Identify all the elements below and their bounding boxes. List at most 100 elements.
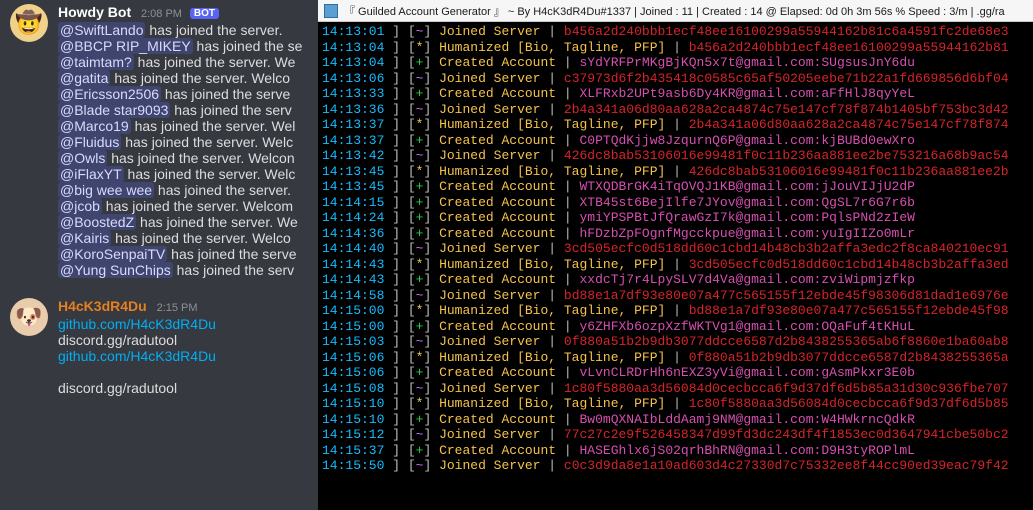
- log-time: 14:13:36: [322, 102, 384, 117]
- join-line: @big wee wee has joined the server.: [58, 182, 308, 198]
- join-line: @gatita has joined the server. Welco: [58, 70, 308, 86]
- user-mention[interactable]: @Yung SunChips: [58, 262, 173, 278]
- log-label: Joined Server: [439, 334, 540, 349]
- console-line: 14:15:10 ] [*] Humanized [Bio, Tagline, …: [322, 396, 1029, 412]
- user-mention[interactable]: @Ericsson2506: [58, 86, 161, 102]
- join-line: @Owls has joined the server. Welcon: [58, 150, 308, 166]
- console-line: 14:13:45 ] [+] Created Account | WTXQDBr…: [322, 179, 1029, 195]
- message-line: github.com/H4cK3dR4Du: [58, 316, 308, 332]
- message-link[interactable]: github.com/H4cK3dR4Du: [58, 316, 216, 332]
- join-line: @BBCP RIP_MIKEY has joined the se: [58, 38, 308, 54]
- console-line: 14:13:04 ] [+] Created Account | sYdYRFP…: [322, 55, 1029, 71]
- log-time: 14:15:37: [322, 443, 384, 458]
- user-mention[interactable]: @KoroSenpaiTV: [58, 246, 167, 262]
- log-label: Joined Server: [439, 288, 540, 303]
- log-value: XLFRxb2UPt9asb6Dy4KR@gmail.com:aFfHlJ8qy…: [580, 86, 915, 101]
- log-time: 14:13:42: [322, 148, 384, 163]
- bot-timestamp: 2:08 PM: [141, 8, 182, 20]
- log-label: Created Account: [439, 319, 556, 334]
- user-mention[interactable]: @Kairis: [58, 230, 111, 246]
- join-line: @Blade star9093 has joined the serv: [58, 102, 308, 118]
- log-time: 14:15:10: [322, 412, 384, 427]
- log-value: Bw0mQXNAIbLddAamj9NM@gmail.com:W4HWkrncQ…: [580, 412, 915, 427]
- user-mention[interactable]: @jcob: [58, 198, 102, 214]
- user-mention[interactable]: @BBCP RIP_MIKEY: [58, 38, 193, 54]
- log-value: bd88e1a7df93e80e07a477c565155f12ebde45f9…: [689, 303, 1009, 318]
- discord-panel[interactable]: 🤠 Howdy Bot 2:08 PM BOT @SwiftLando has …: [0, 0, 318, 510]
- user-mention[interactable]: @Fluidus: [58, 134, 121, 150]
- log-label: Created Account: [439, 55, 556, 70]
- join-line: @Marco19 has joined the server. Wel: [58, 118, 308, 134]
- user-mention[interactable]: @taimtam?: [58, 54, 134, 70]
- log-value: XTB45st6BejIlfe7JYov@gmail.com:QgSL7r6G7…: [580, 195, 915, 210]
- log-time: 14:15:06: [322, 365, 384, 380]
- log-value: vLvnCLRDrHh6nEXZ3yVi@gmail.com:gAsmPkxr3…: [580, 365, 915, 380]
- console-body[interactable]: 14:13:01 ] [~] Joined Server | b456a2d24…: [318, 22, 1033, 510]
- console-title: 『 Guilded Account Generator 』 ~ By H4cK3…: [344, 3, 1005, 19]
- join-line: @jcob has joined the server. Welcom: [58, 198, 308, 214]
- log-label: Humanized [Bio, Tagline, PFP]: [439, 350, 665, 365]
- log-label: Joined Server: [439, 148, 540, 163]
- log-value: C0PTQdKjjw8JzqurnQ6P@gmail.com:kjBUBd0ew…: [580, 133, 915, 148]
- log-time: 14:13:06: [322, 71, 384, 86]
- console-line: 14:14:58 ] [~] Joined Server | bd88e1a7d…: [322, 288, 1029, 304]
- console-line: 14:14:24 ] [+] Created Account | ymiYPSP…: [322, 210, 1029, 226]
- log-label: Created Account: [439, 443, 556, 458]
- console-line: 14:13:45 ] [*] Humanized [Bio, Tagline, …: [322, 164, 1029, 180]
- join-line: @Fluidus has joined the server. Welc: [58, 134, 308, 150]
- user-mention[interactable]: @Marco19: [58, 118, 131, 134]
- log-value: hFDzbZpFOgnfMgcckpue@gmail.com:yuIgIIZo0…: [580, 226, 915, 241]
- log-label: Joined Server: [439, 458, 540, 473]
- log-label: Joined Server: [439, 241, 540, 256]
- log-time: 14:15:03: [322, 334, 384, 349]
- log-label: Joined Server: [439, 427, 540, 442]
- console-line: 14:13:33 ] [+] Created Account | XLFRxb2…: [322, 86, 1029, 102]
- user-header: H4cK3dR4Du 2:15 PM: [58, 298, 308, 314]
- console-line: 14:15:37 ] [+] Created Account | HASEGhl…: [322, 443, 1029, 459]
- log-label: Joined Server: [439, 102, 540, 117]
- user-mention[interactable]: @BoostedZ: [58, 214, 136, 230]
- message-line: github.com/H4cK3dR4Du: [58, 348, 308, 364]
- console-line: 14:15:06 ] [*] Humanized [Bio, Tagline, …: [322, 350, 1029, 366]
- log-label: Created Account: [439, 226, 556, 241]
- log-time: 14:15:00: [322, 303, 384, 318]
- user-mention[interactable]: @big wee wee: [58, 182, 154, 198]
- message-link[interactable]: github.com/H4cK3dR4Du: [58, 348, 216, 364]
- log-label: Created Account: [439, 365, 556, 380]
- console-window[interactable]: 『 Guilded Account Generator 』 ~ By H4cK3…: [318, 0, 1033, 510]
- user-mention[interactable]: @Blade star9093: [58, 102, 170, 118]
- message-line: [58, 364, 308, 380]
- console-line: 14:15:50 ] [~] Joined Server | c0c3d9da8…: [322, 458, 1029, 474]
- console-line: 14:15:00 ] [+] Created Account | y6ZHFXb…: [322, 319, 1029, 335]
- log-value: 0f880a51b2b9db3077ddcce6587d2b8438255365…: [689, 350, 1009, 365]
- user-mention[interactable]: @iFlaxYT: [58, 166, 124, 182]
- log-value: 0f880a51b2b9db3077ddcce6587d2b8438255365…: [564, 334, 1009, 349]
- log-time: 14:14:43: [322, 257, 384, 272]
- console-line: 14:15:08 ] [~] Joined Server | 1c80f5880…: [322, 381, 1029, 397]
- log-value: WTXQDBrGK4iTqOVQJ1KB@gmail.com:jJouVIJjU…: [580, 179, 915, 194]
- log-label: Created Account: [439, 210, 556, 225]
- log-label: Humanized [Bio, Tagline, PFP]: [439, 117, 665, 132]
- log-time: 14:15:10: [322, 396, 384, 411]
- log-time: 14:13:45: [322, 164, 384, 179]
- log-value: sYdYRFPrMKgBjKQn5x7t@gmail.com:SUgsusJnY…: [580, 55, 915, 70]
- log-value: b456a2d240bbb1ecf48ee16100299a55944162b8…: [564, 24, 1009, 39]
- log-time: 14:14:43: [322, 272, 384, 287]
- user-avatar: 🐶: [10, 298, 48, 336]
- user-username[interactable]: H4cK3dR4Du: [58, 298, 147, 314]
- user-mention[interactable]: @SwiftLando: [58, 22, 145, 38]
- log-time: 14:13:45: [322, 179, 384, 194]
- console-titlebar[interactable]: 『 Guilded Account Generator 』 ~ By H4cK3…: [318, 0, 1033, 22]
- bot-username[interactable]: Howdy Bot: [58, 4, 131, 20]
- log-value: HASEGhlx6jS02qrhBhRN@gmail.com:D9H3tyROP…: [580, 443, 915, 458]
- console-line: 14:15:03 ] [~] Joined Server | 0f880a51b…: [322, 334, 1029, 350]
- log-value: 1c80f5880aa3d56084d0cecbcca6f9d37df6d5b8…: [689, 396, 1009, 411]
- user-mention[interactable]: @gatita: [58, 70, 110, 86]
- log-label: Created Account: [439, 179, 556, 194]
- log-value: 77c27c2e9f526458347d99fd3dc243df4f1853ec…: [564, 427, 1009, 442]
- log-time: 14:14:36: [322, 226, 384, 241]
- log-label: Created Account: [439, 195, 556, 210]
- bot-message-group: 🤠 Howdy Bot 2:08 PM BOT @SwiftLando has …: [0, 0, 318, 284]
- log-time: 14:15:08: [322, 381, 384, 396]
- user-mention[interactable]: @Owls: [58, 150, 107, 166]
